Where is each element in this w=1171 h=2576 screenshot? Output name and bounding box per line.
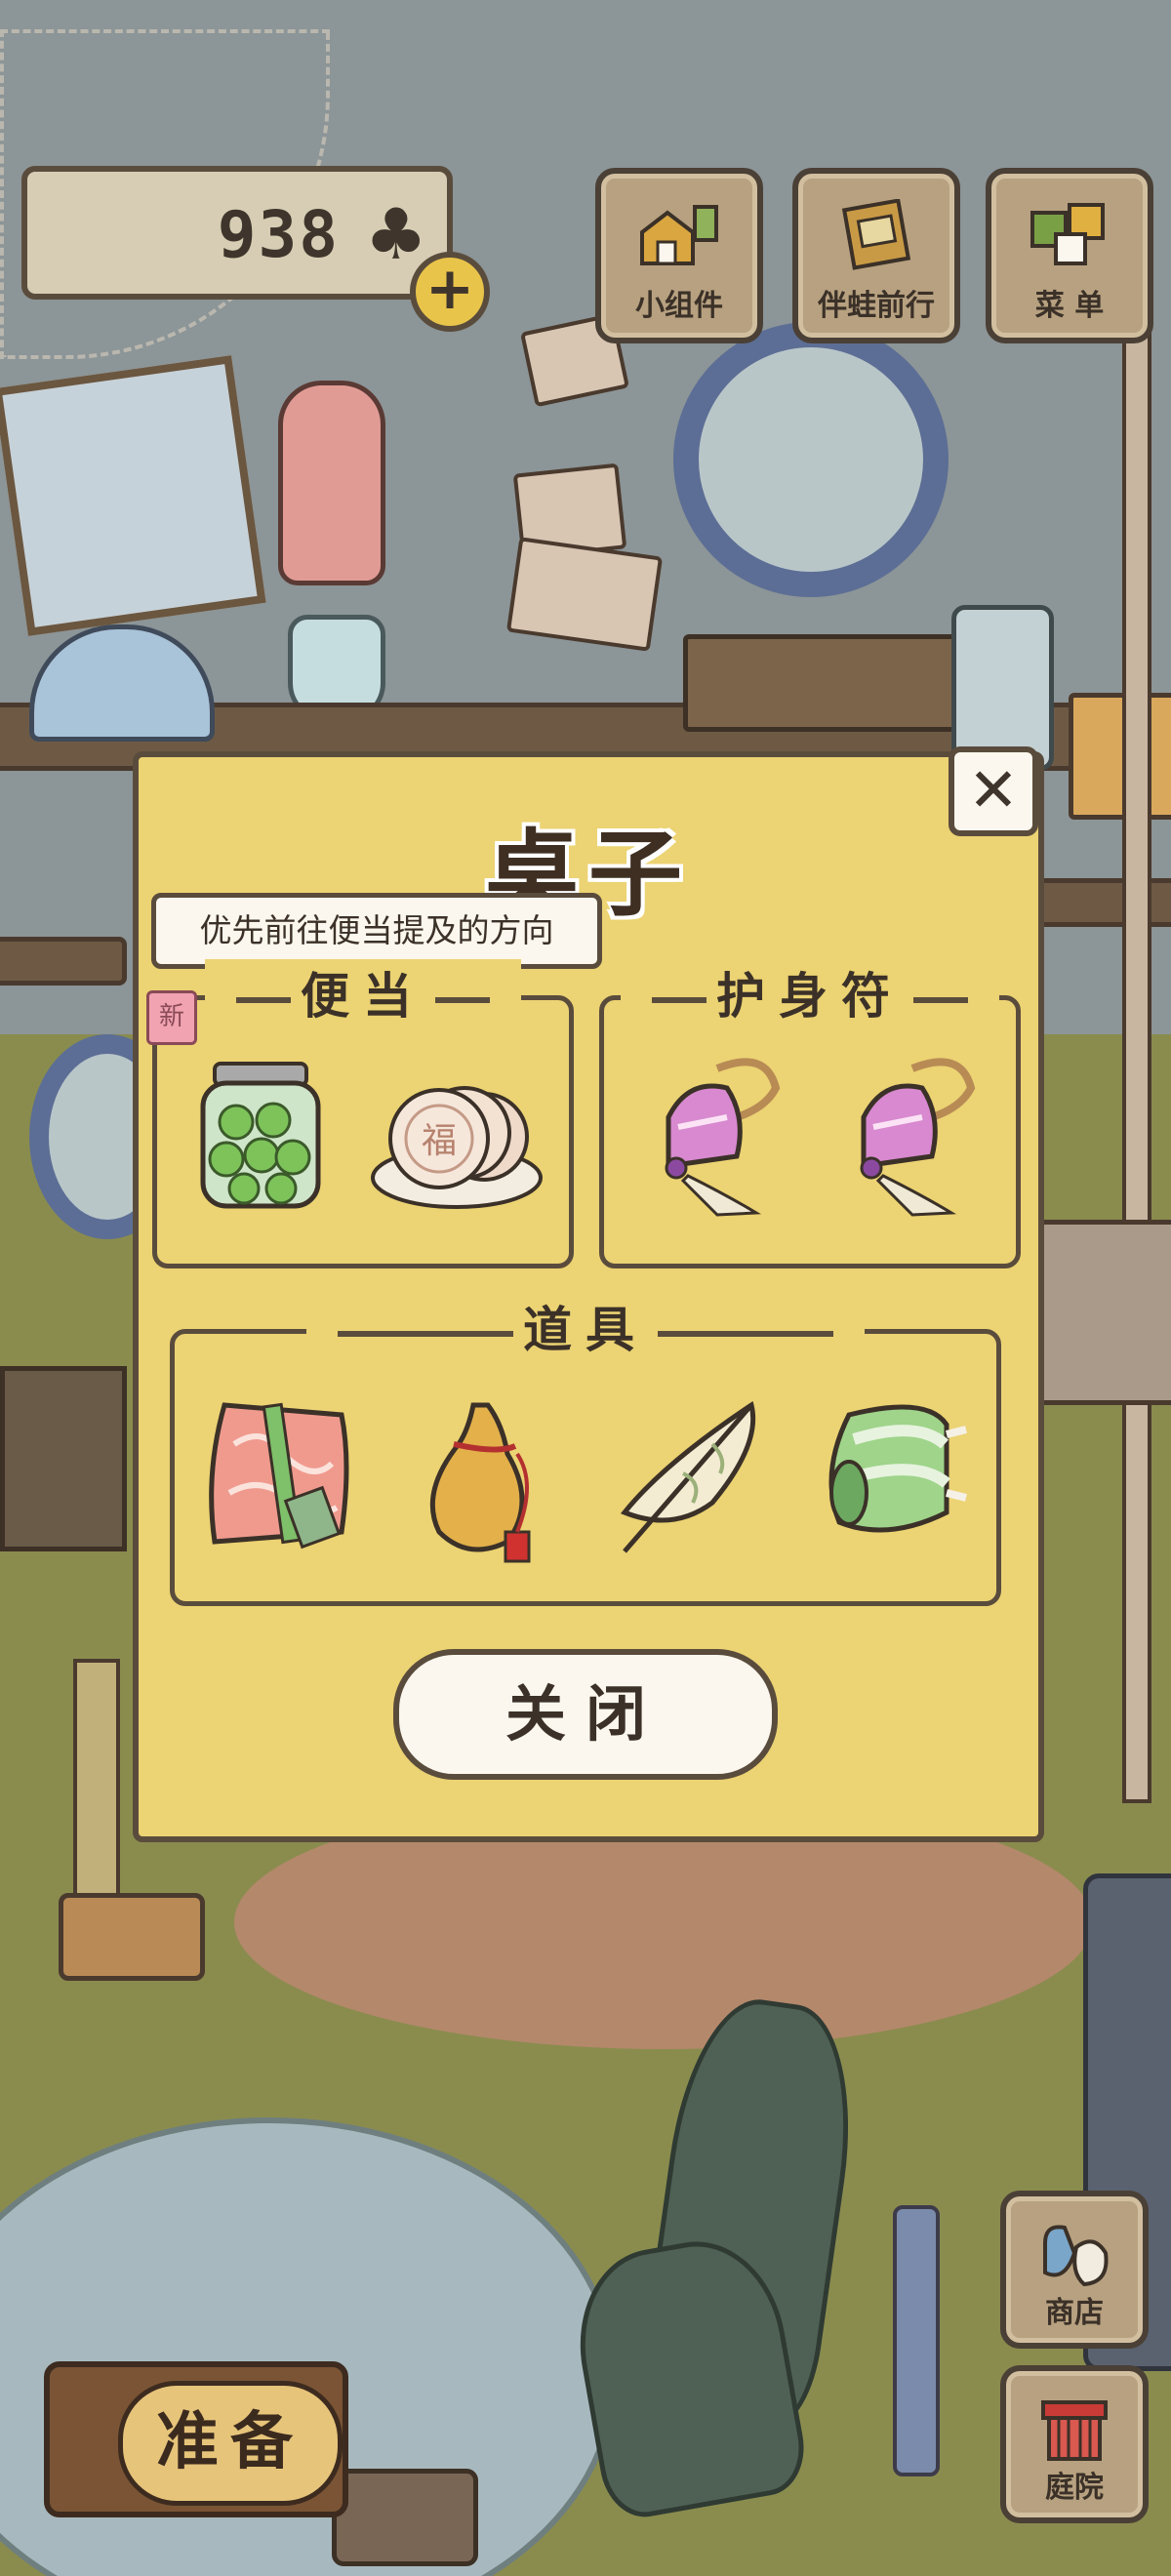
clover-counter: 938 ♣ [21, 166, 453, 300]
widgets-label: 小组件 [635, 289, 723, 323]
gourd-icon [429, 1402, 531, 1563]
tools-slot-2[interactable] [400, 1386, 566, 1563]
gate-icon [1041, 2400, 1108, 2461]
charm-slot-1[interactable] [629, 1049, 795, 1217]
houses-icon [640, 205, 718, 265]
garden-button[interactable]: 庭院 [1000, 2365, 1149, 2523]
stump [332, 2469, 478, 2566]
paper-umbrella-icon [620, 1400, 756, 1553]
pinned-note [505, 537, 664, 652]
tools-title-text: 道具 [523, 1302, 648, 1358]
bento-slot-2[interactable]: 福 [369, 1068, 545, 1225]
menu-boxes-icon [1030, 203, 1105, 265]
basket [59, 1893, 205, 1981]
charm-slot-2[interactable] [825, 1049, 990, 1217]
charm-title-text: 护身符 [716, 968, 904, 1025]
menu-button[interactable]: 菜 单 [986, 168, 1153, 343]
pink-bell-charm-icon [665, 1058, 781, 1217]
tools-slot-3[interactable] [605, 1386, 771, 1553]
wooden-shelf [0, 937, 127, 986]
new-badge: 新 [146, 990, 197, 1045]
tools-slot-4[interactable] [810, 1386, 976, 1542]
gift-box [1069, 693, 1171, 820]
awning [1034, 1220, 1171, 1405]
pink-bell-charm-icon [860, 1058, 976, 1217]
red-blanket-icon [209, 1402, 349, 1550]
side-table [0, 1366, 127, 1551]
wooden-post [73, 1659, 120, 1920]
porthole-window [673, 322, 949, 597]
lucky-rice-cakes-icon: 福 [371, 1086, 543, 1209]
wave-painting [0, 355, 266, 636]
bento-group-title: 便当 [205, 959, 521, 1033]
prepare-label: 准备 [118, 2381, 343, 2506]
pouch-icon [1043, 2225, 1109, 2287]
svg-text:福: 福 [422, 1121, 457, 1161]
jar-of-green-grapes-icon [200, 1062, 321, 1209]
close-icon: ✕ [968, 754, 1019, 825]
travel-album-button[interactable]: 伴蛙前行 [792, 168, 960, 343]
bamboo-pole [1122, 332, 1151, 1803]
clover-count: 938 [217, 197, 340, 272]
hyacinth-flower [278, 381, 385, 585]
prepare-button[interactable]: 准备 [44, 2361, 348, 2517]
garden-label: 庭院 [1045, 2471, 1104, 2505]
lantern-post [893, 2205, 940, 2476]
shop-button[interactable]: 商店 [1000, 2191, 1149, 2349]
plus-icon: + [424, 255, 475, 323]
close-button[interactable]: 关闭 [393, 1649, 778, 1780]
bento-slot-1[interactable] [187, 1054, 334, 1210]
hint-tooltip: 优先前往便当提及的方向 [151, 893, 602, 969]
green-sleeping-mat-icon [828, 1404, 967, 1533]
shop-label: 商店 [1045, 2296, 1104, 2330]
travel-album-label: 伴蛙前行 [818, 289, 935, 323]
tools-group-title: 道具 [306, 1293, 865, 1367]
add-clover-button[interactable]: + [410, 252, 490, 332]
clover-icon: ♣ [364, 193, 427, 275]
menu-label: 菜 单 [1034, 289, 1105, 323]
close-icon-button[interactable]: ✕ [949, 746, 1038, 836]
widgets-button[interactable]: 小组件 [595, 168, 763, 343]
bento-title-text: 便当 [301, 968, 425, 1025]
charm-group-title: 护身符 [621, 959, 999, 1033]
book-stack [683, 634, 966, 732]
album-icon [841, 199, 911, 270]
tools-slot-1[interactable] [195, 1386, 371, 1550]
